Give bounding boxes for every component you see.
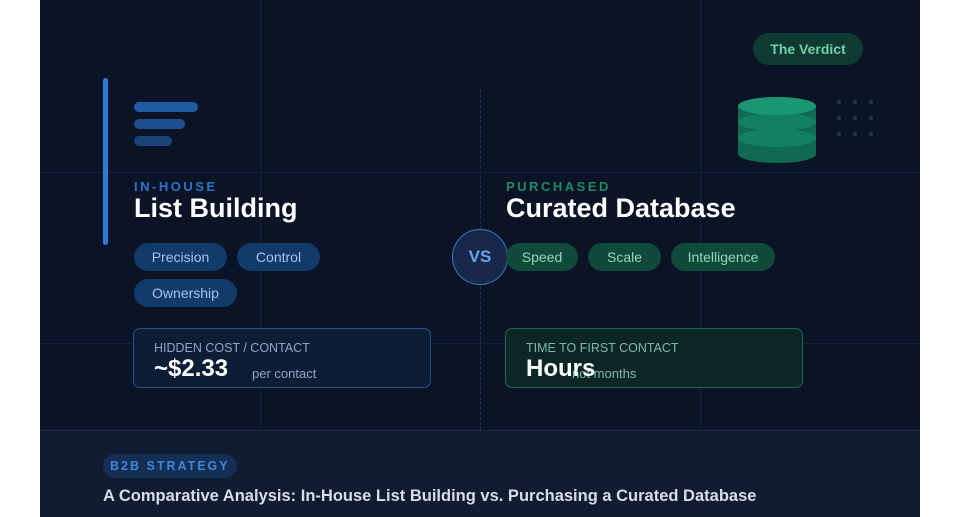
vs-badge: VS: [452, 229, 508, 285]
left-accent-bar: [103, 78, 108, 245]
left-stat-value: ~$2.33: [154, 355, 229, 382]
verdict-badge: The Verdict: [753, 33, 863, 65]
left-heading: List Building: [134, 193, 298, 223]
right-stat-value: Hours: [526, 355, 596, 382]
hero-card: IN-HOUSE List Building Precision Control…: [40, 0, 920, 517]
left-eyebrow: IN-HOUSE: [134, 179, 218, 194]
tag-intelligence: Intelligence: [671, 243, 775, 271]
article-title[interactable]: A Comparative Analysis: In-House List Bu…: [103, 487, 756, 506]
right-eyebrow: PURCHASED: [506, 179, 611, 194]
left-stat-sub: per contact: [252, 366, 317, 381]
dot-grid-icon: [837, 100, 877, 140]
right-stat-box: TIME TO FIRST CONTACT not months Hours: [505, 328, 803, 388]
article-footer: B2B STRATEGY A Comparative Analysis: In-…: [40, 430, 920, 517]
tag-ownership: Ownership: [134, 279, 237, 307]
left-stat-label: HIDDEN COST / CONTACT: [154, 341, 310, 355]
database-icon: [738, 97, 816, 163]
tag-speed: Speed: [506, 243, 578, 271]
left-stat-box: HIDDEN COST / CONTACT ~$2.33 per contact: [133, 328, 431, 388]
right-stat-label: TIME TO FIRST CONTACT: [526, 341, 679, 355]
tag-control: Control: [237, 243, 320, 271]
list-lines-icon: [134, 102, 200, 152]
tag-scale: Scale: [588, 243, 661, 271]
right-heading: Curated Database: [506, 193, 736, 223]
tag-precision: Precision: [134, 243, 227, 271]
category-tag[interactable]: B2B STRATEGY: [103, 454, 237, 478]
